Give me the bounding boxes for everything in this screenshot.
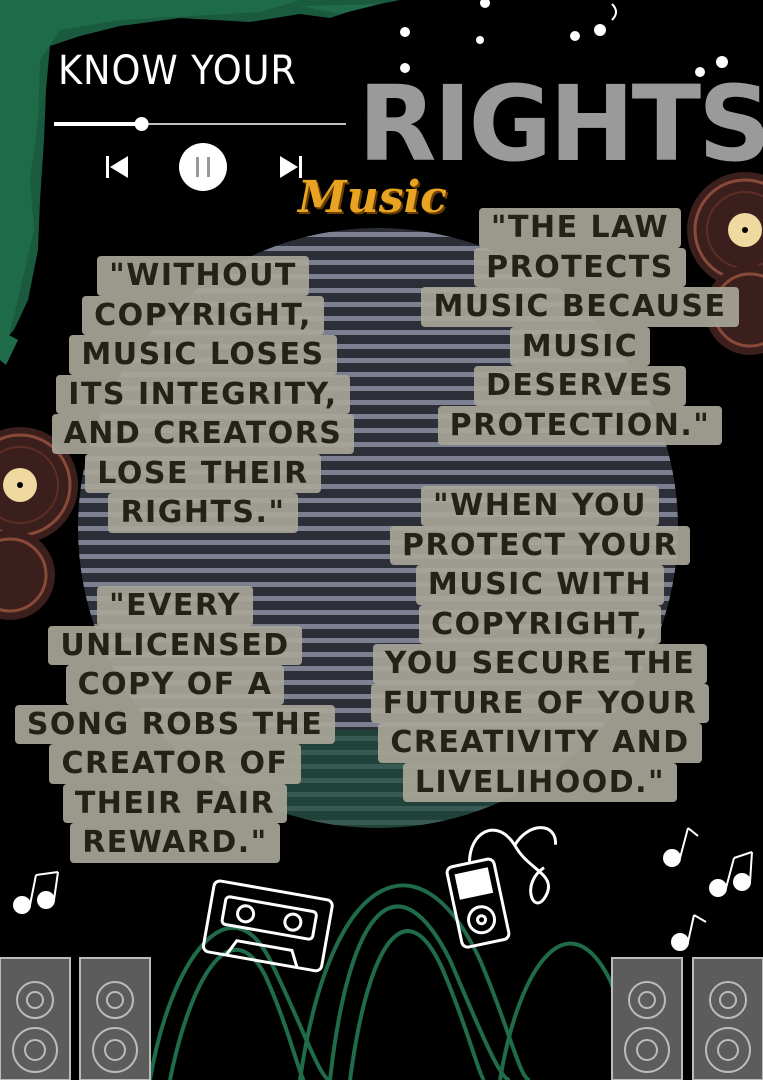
quote-line: PROTECTS <box>474 247 686 287</box>
header-title-big: RIGHTS <box>358 63 763 185</box>
quote-line: "EVERY <box>96 586 254 626</box>
quote-unlicensed-copy: "EVERY UNLICENSED COPY OF A SONG ROBS TH… <box>10 586 340 863</box>
speaker-left-icon <box>0 957 151 1080</box>
quote-line: "WITHOUT <box>97 256 309 296</box>
media-player <box>54 117 346 191</box>
quote-line: COPYRIGHT, <box>419 604 661 644</box>
quote-line: LIVELIHOOD." <box>402 762 678 802</box>
quote-line: PROTECT YOUR <box>389 525 691 565</box>
previous-icon[interactable] <box>106 156 128 178</box>
quote-line: DESERVES <box>474 366 686 406</box>
quote-line: "WHEN YOU <box>421 486 659 526</box>
pause-icon[interactable] <box>179 143 227 191</box>
quote-line: COPY OF A <box>65 665 285 705</box>
mp3-player-icon <box>445 826 558 949</box>
quote-line: ITS INTEGRITY, <box>56 374 350 414</box>
quote-line: SONG ROBS THE <box>14 704 336 744</box>
quote-line: MUSIC BECAUSE <box>421 287 739 327</box>
quote-line: MUSIC WITH <box>415 565 665 605</box>
quote-protect-your-music: "WHEN YOU PROTECT YOUR MUSIC WITH COPYRI… <box>362 486 718 802</box>
quote-line: CREATIVITY AND <box>378 723 702 763</box>
quote-law-protects: "THE LAW PROTECTS MUSIC BECAUSE MUSIC DE… <box>420 208 740 445</box>
quote-line: PROTECTION." <box>437 405 723 445</box>
quote-line: REWARD." <box>70 823 280 863</box>
quote-line: "THE LAW <box>478 208 682 248</box>
quote-line: COPYRIGHT, <box>82 295 324 335</box>
quote-line: YOU SECURE THE <box>372 644 708 684</box>
quote-line: LOSE THEIR <box>85 453 321 493</box>
quote-line: MUSIC LOSES <box>69 335 337 375</box>
quote-line: FUTURE OF YOUR <box>370 683 710 723</box>
quote-line: UNLICENSED <box>48 625 302 665</box>
quote-line: AND CREATORS <box>51 414 355 454</box>
speaker-right-icon <box>611 957 763 1080</box>
quote-line: RIGHTS." <box>108 493 298 533</box>
quote-line: MUSIC <box>509 326 651 366</box>
quote-line: THEIR FAIR <box>62 783 288 823</box>
quote-line: CREATOR OF <box>49 744 301 784</box>
next-icon[interactable] <box>280 156 302 178</box>
progress-knob[interactable] <box>134 117 149 131</box>
header-title-small: KNOW YOUR <box>58 48 297 94</box>
quote-copyright-integrity: "WITHOUT COPYRIGHT, MUSIC LOSES ITS INTE… <box>38 256 368 533</box>
